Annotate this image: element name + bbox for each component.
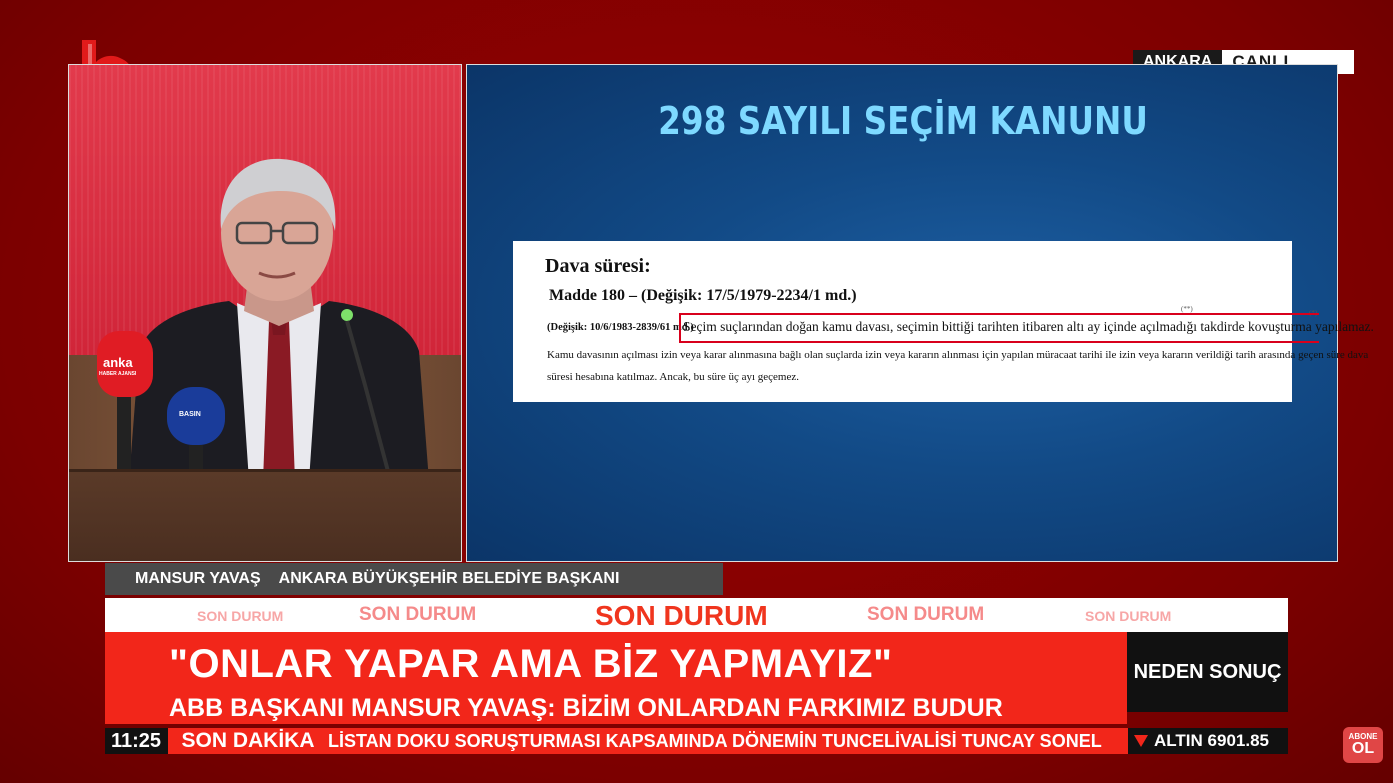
market-name: ALTIN	[1154, 731, 1203, 750]
anka-mic-label: anka	[103, 355, 133, 370]
slide-title: 298 SAYILI SEÇİM KANUNU	[658, 99, 1148, 143]
headline-box: "ONLAR YAPAR AMA BİZ YAPMAYIZ" ABB BAŞKA…	[105, 632, 1127, 724]
doc-amend-prefix: (Değişik: 10/6/1983-2839/61 md.)	[547, 321, 694, 333]
doc-heading: Dava süresi:	[545, 255, 651, 277]
anka-microphone-icon	[97, 331, 153, 477]
podium	[69, 469, 461, 561]
doc-amend-text: (Değişik: 10/6/1983-2839/61 md.)	[547, 322, 694, 333]
ticker-news-content: LİSTAN DOKU SORUŞTURMASI KAPSAMINDA DÖNE…	[328, 731, 1102, 751]
subscribe-line2: OL	[1351, 740, 1375, 757]
doc-highlight-text: Seçim suçlarından doğan kamu davası, seç…	[683, 319, 1374, 334]
doc-footnote-mark: (**)	[1181, 305, 1193, 313]
name-plate: MANSUR YAVAŞ ANKARA BÜYÜKŞEHİR BELEDİYE …	[105, 563, 723, 595]
news-ticker: 11:25 SON DAKİKA LİSTAN DOKU SORUŞTURMAS…	[105, 728, 1288, 754]
law-document: Dava süresi: Madde 180 – (Değişik: 17/5/…	[513, 241, 1374, 402]
down-triangle-icon	[1134, 735, 1148, 747]
doc-line-2: Kamu davasının açılması izin veya karar …	[547, 349, 1369, 361]
podium-microphone-icon	[341, 309, 391, 475]
speaker-figure	[129, 158, 429, 481]
ticker-news-text: LİSTAN DOKU SORUŞTURMASI KAPSAMINDA DÖNE…	[328, 728, 1128, 754]
subscribe-button[interactable]: ABONE OL	[1343, 727, 1383, 763]
son-durum-label: SON DURUM	[867, 604, 985, 625]
son-durum-label: SON DURUM	[197, 608, 284, 624]
basin-mic-label: BASIN	[179, 411, 201, 418]
speaker-video-panel: anka HABER AJANSI BASIN	[68, 64, 462, 562]
market-ticker: ALTIN 6901.85	[1128, 728, 1288, 754]
headline-text: "ONLAR YAPAR AMA BİZ YAPMAYIZ"	[169, 642, 893, 686]
doc-line-3: süresi hesabına katılmaz. Ancak, bu süre…	[547, 371, 799, 383]
son-durum-label: SON DURUM	[359, 604, 477, 625]
doc-article: Madde 180 – (Değişik: 17/5/1979-2234/1 m…	[549, 287, 857, 304]
market-value: 6901.85	[1207, 731, 1269, 750]
anka-mic-sublabel: HABER AJANSI	[99, 371, 137, 377]
speaker-name: MANSUR YAVAŞ	[135, 570, 261, 587]
speaker-role: ANKARA BÜYÜKŞEHİR BELEDİYE BAŞKANI	[278, 570, 620, 587]
program-name-badge: NEDEN SONUÇ	[1127, 632, 1288, 712]
son-dakika-label: SON DAKİKA	[168, 728, 328, 754]
slide-panel: 298 SAYILI SEÇİM KANUNU Dava süresi: Mad…	[466, 64, 1374, 562]
subheadline-text: ABB BAŞKANI MANSUR YAVAŞ: BİZİM ONLARDAN…	[169, 694, 1003, 722]
clock-time: 11:25	[105, 728, 167, 754]
son-durum-label-main: SON DURUM	[595, 600, 768, 631]
son-durum-strip: SON DURUM SON DURUM SON DURUM SON DURUM …	[105, 598, 1288, 632]
son-durum-label: SON DURUM	[1085, 608, 1172, 624]
subscribe-line1: ABONE	[1348, 732, 1378, 741]
